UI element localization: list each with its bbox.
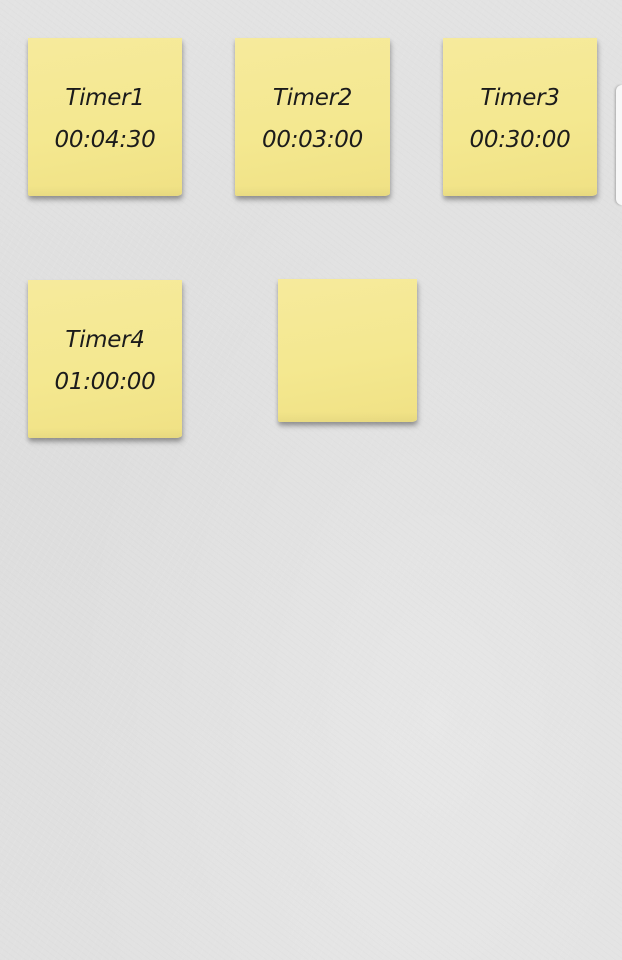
timer-note-2[interactable]: Timer2 00:03:00 xyxy=(235,38,390,196)
timer-note-4[interactable]: Timer4 01:00:00 xyxy=(28,280,182,438)
timer-note-title: Timer4 xyxy=(65,327,145,353)
timer-note-3[interactable]: Timer3 00:30:00 xyxy=(443,38,597,196)
timer-note-1[interactable]: Timer1 00:04:30 xyxy=(28,38,182,196)
timer-note-time: 00:03:00 xyxy=(262,127,363,153)
timer-note-title: Timer1 xyxy=(65,85,145,111)
timer-note-time: 01:00:00 xyxy=(54,369,156,395)
timer-note-time: 00:30:00 xyxy=(469,127,571,153)
edge-panel-handle[interactable] xyxy=(616,85,622,205)
add-timer-note[interactable] xyxy=(278,279,417,422)
timer-note-title: Timer2 xyxy=(272,85,353,111)
timer-note-time: 00:04:30 xyxy=(54,127,156,153)
timer-note-title: Timer3 xyxy=(480,85,560,111)
